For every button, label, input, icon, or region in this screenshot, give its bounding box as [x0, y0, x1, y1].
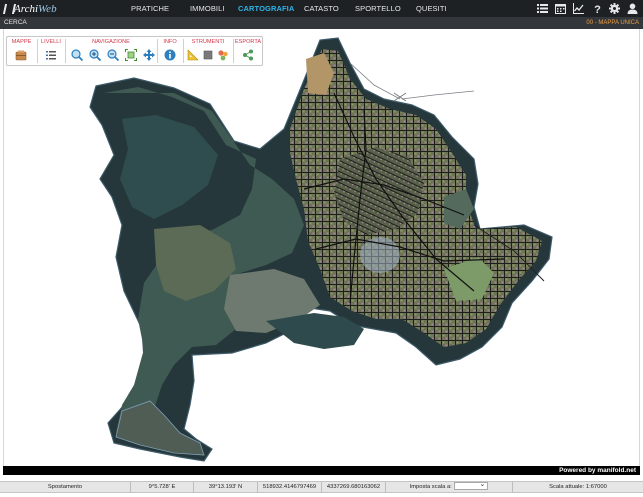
scale-select[interactable]: [454, 479, 489, 491]
print-icon[interactable]: [217, 49, 229, 61]
archiweb-app: Archi Web PRATICHE IMMOBILI CARTOGRAFIA C…: [0, 0, 643, 497]
maps-icon[interactable]: [15, 49, 27, 61]
nav-quesiti[interactable]: QUESITI: [416, 0, 447, 17]
info-icon[interactable]: [164, 49, 176, 61]
map-view[interactable]: [3, 29, 640, 466]
nav-pratiche[interactable]: PRATICHE: [131, 0, 169, 17]
area-icon[interactable]: [202, 49, 214, 61]
pan-icon[interactable]: [143, 49, 155, 61]
status-latitude: 39°13.193' N: [194, 482, 258, 493]
group-title-navigazione: NAVIGAZIONE: [92, 39, 130, 45]
status-current-scale: Scala attuale: 1:67000: [549, 484, 607, 490]
user-icon[interactable]: [627, 3, 638, 14]
layers-icon[interactable]: [45, 49, 57, 61]
toolbar-group-mappe: MAPPE: [7, 37, 36, 65]
status-longitude: 9°5.728' E: [131, 482, 194, 493]
settings-icon[interactable]: [609, 3, 620, 14]
set-scale-label: Imposta scala a:: [409, 484, 452, 490]
group-title-mappe: MAPPE: [11, 39, 32, 45]
zoom-out-icon[interactable]: [107, 49, 119, 61]
nav-catasto[interactable]: CATASTO: [304, 0, 339, 17]
chart-icon[interactable]: [573, 3, 584, 14]
zoom-in-icon[interactable]: [89, 49, 101, 61]
map-canvas[interactable]: [4, 29, 640, 466]
park-area: [360, 237, 400, 273]
current-map-name[interactable]: 00 - MAPPA UNICA: [586, 17, 639, 29]
status-y-coordinate: 4337269.680163062: [322, 482, 386, 493]
group-title-info: INFO: [163, 39, 177, 45]
svg-text:?: ?: [594, 4, 601, 14]
toolbar-group-livelli: LIVELLI: [38, 37, 64, 65]
set-scale-control: Imposta scala a:: [386, 479, 513, 493]
measure-icon[interactable]: [187, 49, 199, 61]
nav-sportello[interactable]: SPORTELLO: [355, 0, 401, 17]
search-link[interactable]: CERCA: [4, 17, 27, 29]
toolbar-group-esporta: ESPORTA: [234, 37, 262, 65]
toolbar-group-navigazione: NAVIGAZIONE: [66, 37, 156, 65]
zoom-extent-icon[interactable]: [125, 49, 137, 61]
status-x-coordinate: 518932.4146797469: [258, 482, 322, 493]
status-mode: Spostamento: [0, 482, 131, 493]
top-navigation-bar: Archi Web PRATICHE IMMOBILI CARTOGRAFIA C…: [0, 0, 643, 17]
nav-immobili[interactable]: IMMOBILI: [190, 0, 225, 17]
group-title-livelli: LIVELLI: [41, 39, 61, 45]
nav-cartografia[interactable]: CARTOGRAFIA: [238, 0, 294, 17]
group-title-strumenti: STRUMENTI: [191, 39, 225, 45]
sub-bar: CERCA 00 - MAPPA UNICA: [0, 17, 643, 29]
toolbar-group-info: INFO: [158, 37, 182, 65]
map-toolbar: MAPPE LIVELLI NAVIGAZIONE INFO STRUMENTI…: [6, 36, 263, 66]
help-icon[interactable]: ?: [592, 3, 603, 14]
status-bar: Spostamento 9°5.728' E 39°13.193' N 5189…: [0, 479, 643, 493]
group-title-esporta: ESPORTA: [234, 39, 262, 45]
share-icon[interactable]: [242, 49, 254, 61]
map-attribution-bar: Powered by manifold.net: [3, 466, 640, 475]
attribution-text[interactable]: Powered by manifold.net: [559, 466, 636, 475]
calendar-icon[interactable]: [555, 3, 566, 14]
toolbar-group-strumenti: STRUMENTI: [184, 37, 232, 65]
zoom-icon[interactable]: [71, 49, 83, 61]
list-icon[interactable]: [537, 3, 548, 14]
